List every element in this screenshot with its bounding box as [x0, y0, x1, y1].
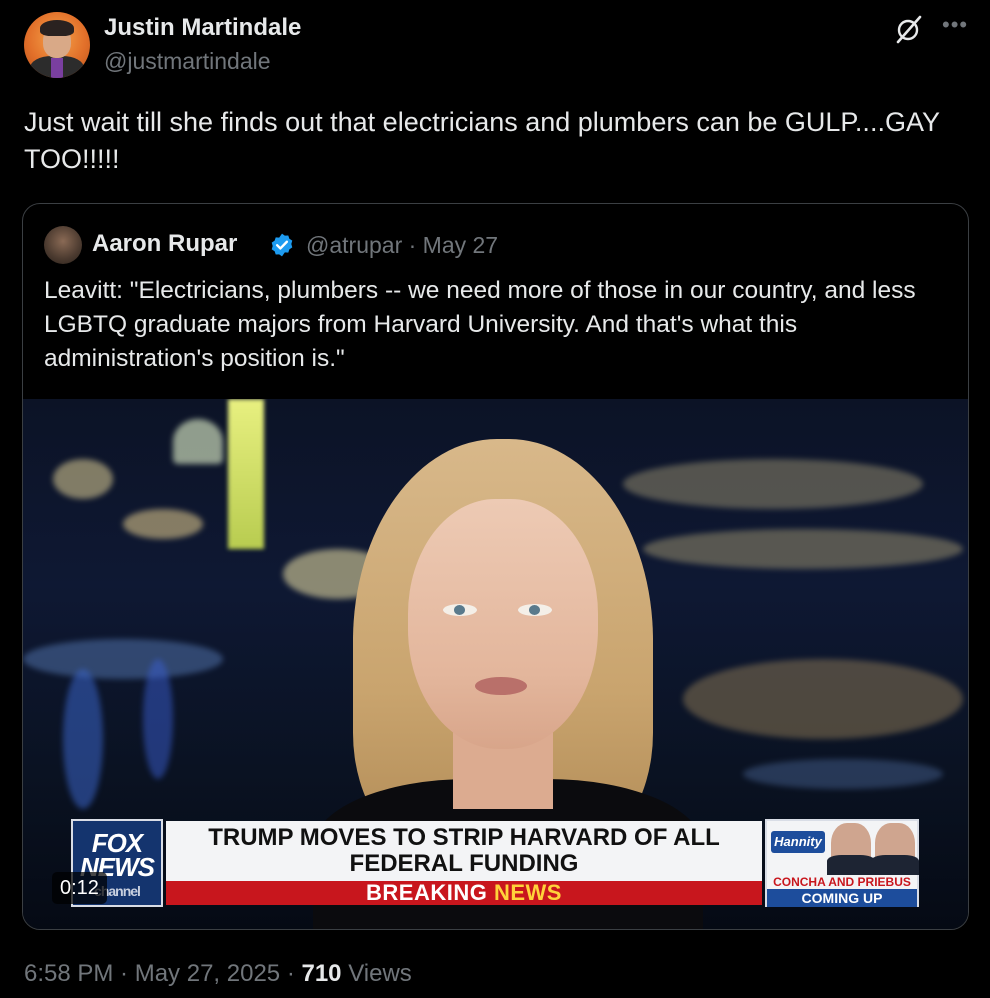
quoted-text: Leavitt: "Electricians, plumbers -- we n…	[44, 277, 916, 372]
author-name[interactable]: Justin Martindale	[104, 14, 301, 42]
tweet-meta: 6:58 PM · May 27, 2025 · 710 Views	[24, 960, 412, 987]
quoted-handle-date: @atrupar · May 27	[306, 232, 499, 258]
views-count[interactable]: 710	[301, 960, 341, 987]
quoted-header: Aaron Rupar @atrupar · May 27	[44, 226, 948, 266]
tweet-time[interactable]: 6:58 PM	[24, 960, 113, 987]
tweet-header: Justin Martindale @justmartindale •••	[24, 12, 968, 80]
breaking-news-bar: BREAKING NEWS	[166, 881, 762, 905]
video-player[interactable]: FOX NEWS channel TRUMP MOVES TO STRIP HA…	[23, 399, 968, 929]
guests-line: CONCHA AND PRIEBUS	[773, 875, 911, 889]
verified-icon	[271, 233, 293, 257]
headline-banner: TRUMP MOVES TO STRIP HARVARD OF ALL FEDE…	[166, 821, 762, 881]
tweet-text: Just wait till she finds out that electr…	[24, 107, 940, 174]
video-timestamp: 0:12	[52, 872, 107, 904]
capitol-dome-bokeh	[173, 419, 223, 464]
up-next-panel: Hannity CONCHA AND PRIEBUS COMING UP	[765, 819, 919, 907]
author-avatar[interactable]	[24, 12, 90, 78]
guest-photo	[871, 823, 919, 875]
headline-text: TRUMP MOVES TO STRIP HARVARD OF ALL FEDE…	[208, 824, 720, 877]
news-lower-third: FOX NEWS channel TRUMP MOVES TO STRIP HA…	[71, 819, 921, 911]
tweet-date[interactable]: May 27, 2025	[135, 960, 280, 987]
coming-up-label: COMING UP	[767, 889, 917, 907]
quoted-author-name: Aaron Rupar	[92, 230, 238, 257]
views-label: Views	[341, 960, 412, 987]
more-icon[interactable]: •••	[942, 12, 968, 42]
hannity-logo: Hannity	[771, 831, 825, 853]
grok-icon[interactable]	[894, 14, 924, 44]
quoted-tweet[interactable]: Aaron Rupar @atrupar · May 27 Leavitt: "…	[22, 203, 969, 930]
quoted-avatar	[44, 226, 82, 264]
guest-photo	[827, 823, 875, 875]
monument-bokeh	[228, 399, 264, 549]
author-handle[interactable]: @justmartindale	[104, 48, 271, 75]
